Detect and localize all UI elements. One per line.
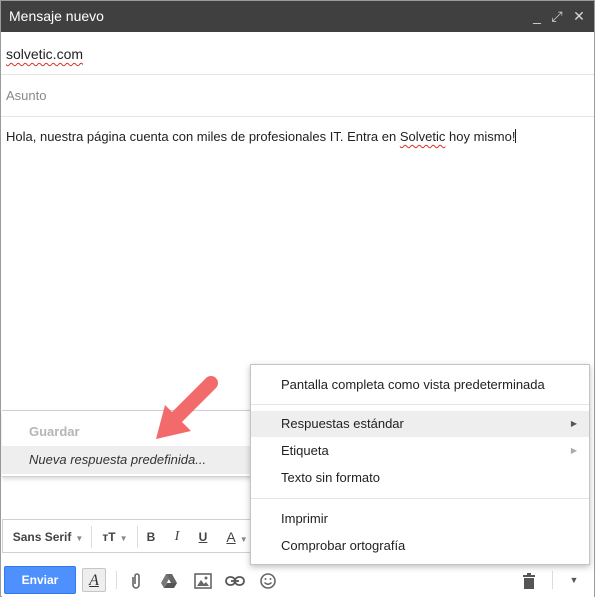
discard-draft-icon[interactable] (517, 568, 541, 592)
chevron-down-icon: ▼ (239, 535, 248, 544)
toolbar-divider (137, 526, 138, 548)
canned-new-item[interactable]: Nueva respuesta predefinida... (2, 446, 250, 474)
menu-item-label: Etiqueta (281, 443, 329, 458)
body-misspelled-word: Solvetic (399, 129, 446, 144)
subject-field[interactable] (1, 75, 594, 117)
menu-divider (251, 498, 589, 499)
formatting-toolbar: Sans Serif ▼ тT ▼ B I U A ▼ (2, 519, 257, 553)
to-field[interactable]: solvetic.com (1, 32, 594, 75)
menu-item-canned-responses[interactable]: Respuestas estándar ▶ (251, 411, 589, 437)
compose-title: Mensaje nuevo (9, 8, 104, 24)
more-options-menu: Pantalla completa como vista predetermin… (250, 364, 590, 565)
menu-item-label: Respuestas estándar (281, 416, 404, 431)
menu-item-label: Comprobar ortografía (281, 538, 406, 553)
compose-titlebar[interactable]: Mensaje nuevo _ ⤢ ✕ (1, 1, 594, 32)
minimize-icon[interactable]: _ (526, 5, 548, 27)
drive-icon[interactable] (157, 568, 181, 592)
underline-button[interactable]: U (193, 526, 213, 548)
annotation-arrow-icon (156, 376, 218, 439)
text-color-icon: A (226, 529, 236, 545)
submenu-arrow-icon: ▶ (570, 419, 577, 428)
menu-item-spellcheck[interactable]: Comprobar ortografía (251, 533, 589, 559)
font-size-icon: тT (102, 530, 116, 544)
bold-button[interactable]: B (141, 526, 161, 548)
font-family-select[interactable]: Sans Serif ▼ (11, 526, 85, 548)
menu-item-label: Imprimir (281, 511, 328, 526)
insert-link-icon[interactable] (223, 568, 247, 592)
toolbar-divider (91, 526, 92, 548)
attach-icon[interactable] (124, 568, 148, 592)
subject-input[interactable] (1, 75, 594, 116)
menu-item-fullscreen-default[interactable]: Pantalla completa como vista predetermin… (251, 372, 589, 398)
menu-item-label: Pantalla completa como vista predetermin… (281, 377, 545, 392)
message-body[interactable]: Hola, nuestra página cuenta con miles de… (6, 129, 517, 144)
font-family-label: Sans Serif (12, 530, 72, 544)
menu-item-print[interactable]: Imprimir (251, 506, 589, 532)
menu-item-label: Texto sin formato (281, 470, 380, 485)
more-options-chevron-icon[interactable]: ▼ (562, 568, 586, 592)
emoji-icon[interactable] (256, 568, 280, 592)
menu-item-plain-text[interactable]: Texto sin formato (251, 465, 589, 491)
formatting-options-button[interactable]: A (82, 568, 106, 592)
font-size-select[interactable]: тT ▼ (97, 526, 133, 548)
insert-photo-icon[interactable] (191, 568, 215, 592)
chevron-down-icon: ▼ (119, 534, 128, 543)
body-text-end: hoy mismo! (445, 129, 516, 144)
toolbar-divider (552, 571, 553, 589)
italic-button[interactable]: I (167, 526, 187, 548)
popout-icon[interactable]: ⤢ (546, 5, 568, 27)
recipient-chip[interactable]: solvetic.com (6, 46, 83, 62)
menu-divider (251, 404, 589, 405)
close-icon[interactable]: ✕ (568, 5, 590, 27)
submenu-arrow-icon: ▶ (570, 446, 577, 455)
menu-item-label-option[interactable]: Etiqueta ▶ (251, 438, 589, 464)
chevron-down-icon: ▼ (75, 534, 84, 543)
body-text-start: Hola, nuestra página cuenta con miles de… (6, 129, 400, 144)
toolbar-divider (116, 571, 117, 589)
send-button[interactable]: Enviar (4, 566, 76, 594)
text-cursor (515, 129, 517, 143)
compose-window: Mensaje nuevo _ ⤢ ✕ solvetic.com Hola, n… (0, 0, 595, 597)
